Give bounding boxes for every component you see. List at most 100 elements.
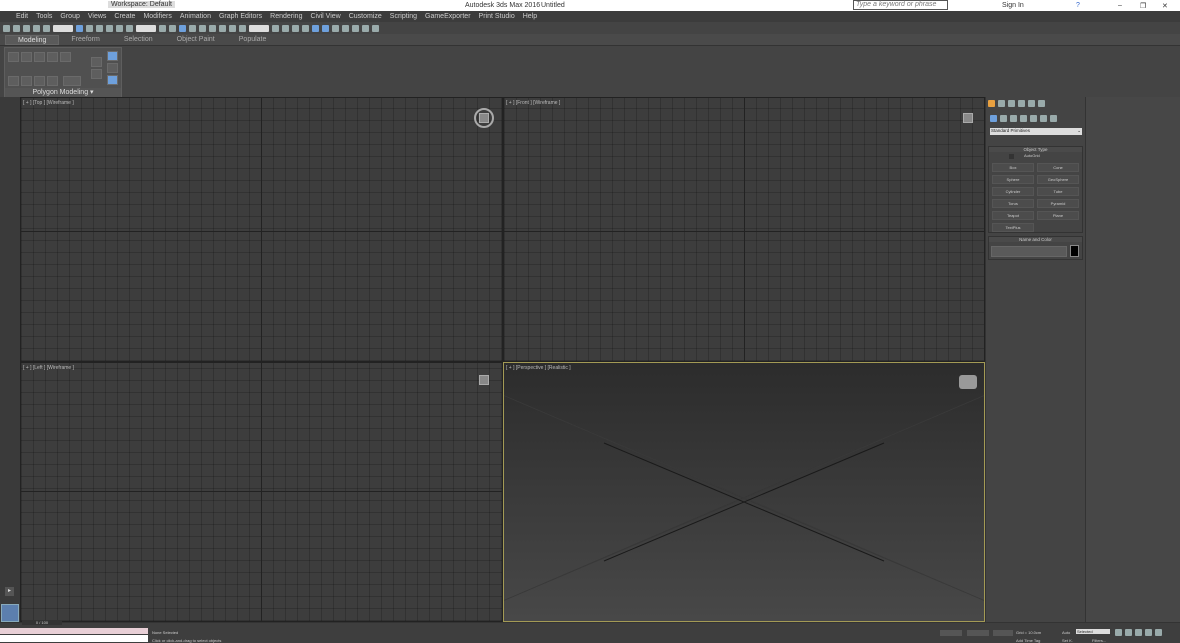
menu-animation[interactable]: Animation <box>180 13 211 20</box>
ribbon-tool-icon[interactable] <box>60 52 71 62</box>
menu-modifiers[interactable]: Modifiers <box>143 13 171 20</box>
ribbon-tool-icon[interactable] <box>34 52 45 62</box>
ribbon-tool-icon[interactable] <box>34 76 45 86</box>
toolbar-tool-icon[interactable] <box>33 24 40 32</box>
toolbar-dropdown[interactable] <box>53 24 73 32</box>
ribbon-tool-icon[interactable] <box>47 76 58 86</box>
toolbar-tool-icon[interactable] <box>239 24 246 32</box>
viewcube-icon[interactable] <box>963 113 973 123</box>
time-slider[interactable]: 0 / 100 <box>22 620 62 625</box>
add-time-tag-button[interactable]: Add Time Tag <box>1016 638 1040 643</box>
play-icon[interactable] <box>1135 629 1142 636</box>
menu-help[interactable]: Help <box>523 13 537 20</box>
viewcube-icon[interactable] <box>959 375 977 389</box>
tab-selection[interactable]: Selection <box>112 35 165 45</box>
toolbar-dropdown[interactable] <box>136 24 156 32</box>
ribbon-tool-icon[interactable] <box>63 76 81 86</box>
maxscript-input[interactable] <box>0 635 148 642</box>
close-button[interactable]: ✕ <box>1162 2 1168 10</box>
search-input[interactable]: Type a keyword or phrase <box>853 0 948 10</box>
rollout-title[interactable]: Name and Color <box>989 237 1082 242</box>
toolbar-tool-icon[interactable] <box>126 24 133 32</box>
set-key-button[interactable]: Set K. <box>1062 638 1073 643</box>
object-name-input[interactable] <box>991 246 1067 257</box>
systems-icon[interactable] <box>1050 115 1057 122</box>
go-to-end-icon[interactable] <box>1155 629 1162 636</box>
display-tab-icon[interactable] <box>1028 100 1035 107</box>
create-teapot-button[interactable]: Teapot <box>992 211 1034 220</box>
create-plane-button[interactable]: Plane <box>1037 211 1079 220</box>
helpers-icon[interactable] <box>1030 115 1037 122</box>
ribbon-tool-icon[interactable] <box>8 52 19 62</box>
cameras-icon[interactable] <box>1020 115 1027 122</box>
motion-tab-icon[interactable] <box>1018 100 1025 107</box>
create-cylinder-button[interactable]: Cylinder <box>992 187 1034 196</box>
maxscript-listener[interactable] <box>0 628 148 634</box>
viewport-label[interactable]: [ + ] [Perspective ] [Realistic ] <box>506 365 571 371</box>
toolbar-dropdown[interactable] <box>249 24 269 32</box>
primitive-type-dropdown[interactable]: Standard Primitives ⌄ <box>990 128 1082 135</box>
menu-group[interactable]: Group <box>60 13 79 20</box>
toolbar-tool-icon[interactable] <box>272 24 279 32</box>
menu-edit[interactable]: Edit <box>16 13 28 20</box>
ribbon-tool-icon[interactable] <box>91 57 102 67</box>
create-textplus-button[interactable]: TextPlus <box>992 223 1034 232</box>
sign-in-button[interactable]: Sign In <box>1002 2 1024 9</box>
menu-customize[interactable]: Customize <box>349 13 382 20</box>
y-coordinate-field[interactable] <box>967 630 989 636</box>
toolbar-tool-icon[interactable] <box>362 24 369 32</box>
rollout-title[interactable]: Object Type <box>989 147 1082 152</box>
toolbar-tool-icon[interactable] <box>302 24 309 32</box>
toolbar-tool-icon[interactable] <box>43 24 50 32</box>
create-sphere-button[interactable]: Sphere <box>992 175 1034 184</box>
viewport-label[interactable]: [ + ] [Top ] [Wireframe ] <box>23 100 74 106</box>
expand-arrow-icon[interactable]: ▸ <box>5 587 14 596</box>
auto-key-button[interactable]: Auto <box>1062 630 1070 635</box>
toolbar-tool-icon[interactable] <box>106 24 113 32</box>
toolbar-tool-icon[interactable] <box>229 24 236 32</box>
toolbar-tool-icon[interactable] <box>332 24 339 32</box>
ribbon-tool-icon[interactable] <box>107 63 118 73</box>
create-pyramid-button[interactable]: Pyramid <box>1037 199 1079 208</box>
toolbar-tool-icon[interactable] <box>189 24 196 32</box>
toolbar-tool-icon[interactable] <box>322 24 329 32</box>
menu-tools[interactable]: Tools <box>36 13 52 20</box>
geometry-icon[interactable] <box>990 115 997 122</box>
ribbon-tool-icon[interactable] <box>8 76 19 86</box>
toolbar-tool-icon[interactable] <box>159 24 166 32</box>
create-torus-button[interactable]: Torus <box>992 199 1034 208</box>
viewport-label[interactable]: [ + ] [Front ] [Wireframe ] <box>506 100 560 106</box>
key-filter-dropdown[interactable]: Selected <box>1076 629 1110 634</box>
restore-button[interactable]: ❐ <box>1140 2 1146 10</box>
viewcube-icon[interactable] <box>479 375 489 385</box>
toolbar-tool-icon[interactable] <box>76 24 83 32</box>
menu-print-studio[interactable]: Print Studio <box>479 13 515 20</box>
viewport-label[interactable]: [ + ] [Left ] [Wireframe ] <box>23 365 74 371</box>
toolbar-tool-icon[interactable] <box>169 24 176 32</box>
create-box-button[interactable]: Box <box>992 163 1034 172</box>
z-coordinate-field[interactable] <box>993 630 1013 636</box>
toolbar-tool-icon[interactable] <box>342 24 349 32</box>
tab-modeling[interactable]: Modeling <box>5 34 60 45</box>
toolbar-tool-icon[interactable] <box>292 24 299 32</box>
shapes-icon[interactable] <box>1000 115 1007 122</box>
viewport-layout-icon[interactable] <box>1 604 19 622</box>
toolbar-tool-icon[interactable] <box>116 24 123 32</box>
menu-create[interactable]: Create <box>114 13 135 20</box>
ribbon-toggle-icon[interactable] <box>107 75 118 85</box>
toolbar-tool-icon[interactable] <box>352 24 359 32</box>
viewport-perspective[interactable]: [ + ] [Perspective ] [Realistic ] <box>503 362 985 622</box>
toolbar-tool-icon[interactable] <box>209 24 216 32</box>
menu-rendering[interactable]: Rendering <box>270 13 302 20</box>
key-filters-button[interactable]: Filters... <box>1092 638 1106 643</box>
toolbar-tool-icon[interactable] <box>3 24 10 32</box>
create-geosphere-button[interactable]: GeoSphere <box>1037 175 1079 184</box>
ribbon-tool-icon[interactable] <box>21 52 32 62</box>
ribbon-toggle-icon[interactable] <box>107 51 118 61</box>
workspace-dropdown[interactable]: Workspace: Default <box>108 1 175 8</box>
hierarchy-tab-icon[interactable] <box>1008 100 1015 107</box>
go-to-start-icon[interactable] <box>1115 629 1122 636</box>
toolbar-tool-icon[interactable] <box>23 24 30 32</box>
ribbon-tool-icon[interactable] <box>91 69 102 79</box>
x-coordinate-field[interactable] <box>940 630 962 636</box>
